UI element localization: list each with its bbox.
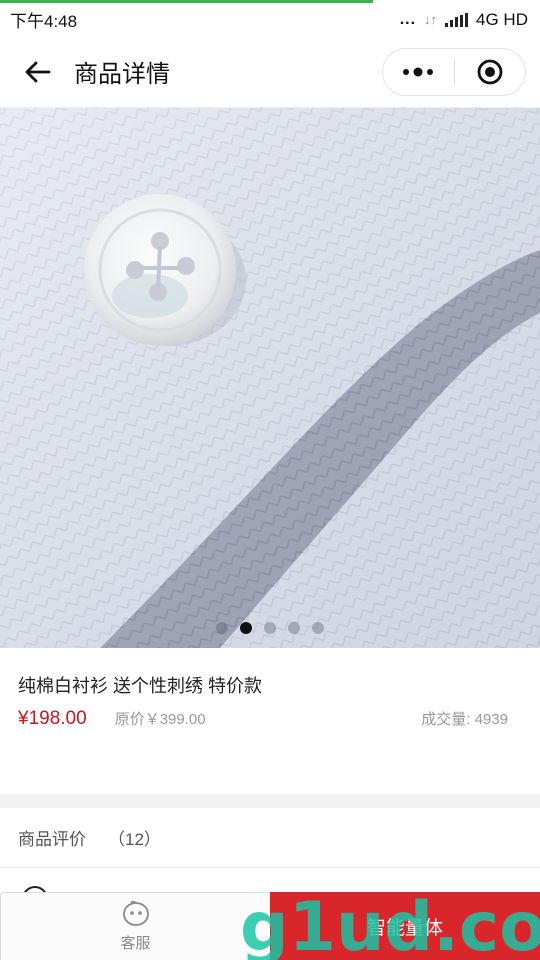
more-dots-icon <box>403 67 434 77</box>
product-info: 纯棉白衬衫 送个性刺绣 特价款 ¥198.00 原价￥399.00 成交量: 4… <box>0 648 540 794</box>
original-price: 原价￥399.00 <box>114 711 206 728</box>
back-button[interactable] <box>0 36 74 108</box>
signal-strength-icon <box>445 12 469 27</box>
page-title: 商品详情 <box>74 61 170 88</box>
data-transfer-icon: ↓↑ <box>424 12 438 27</box>
carousel-dot[interactable] <box>264 622 276 634</box>
network-type: 4G HD <box>476 9 528 29</box>
mini-program-capsule <box>382 48 526 96</box>
carousel-indicator[interactable] <box>0 622 540 634</box>
reviews-label: 商品评价 <box>18 830 86 849</box>
smart-measure-button[interactable]: 智能量体 <box>270 892 540 960</box>
close-mini-program-button[interactable] <box>455 49 526 95</box>
bottom-action-bar: 客服 智能量体 <box>0 892 540 960</box>
reviews-count: （12） <box>108 830 161 849</box>
sales-count: 成交量: 4939 <box>421 711 508 728</box>
current-price: ¥198.00 <box>18 708 87 729</box>
price-row: ¥198.00 原价￥399.00 成交量: 4939 <box>18 708 508 730</box>
status-indicators: ... ↓↑ 4G HD <box>400 10 528 30</box>
target-circle-icon <box>477 59 503 85</box>
navigation-bar: 商品详情 <box>0 36 540 108</box>
section-divider <box>0 794 540 808</box>
carousel-dot[interactable] <box>216 622 228 634</box>
product-image <box>0 108 540 648</box>
carousel-dot[interactable] <box>288 622 300 634</box>
status-time: 下午4:48 <box>10 12 78 31</box>
status-more-dots: ... <box>399 10 417 28</box>
smart-measure-label: 智能量体 <box>366 917 443 939</box>
product-title: 纯棉白衬衫 送个性刺绣 特价款 <box>18 676 263 696</box>
carousel-dot[interactable] <box>312 622 324 634</box>
status-bar: 下午4:48 ... ↓↑ 4G HD <box>0 3 540 36</box>
customer-service-label: 客服 <box>120 935 151 952</box>
more-options-button[interactable] <box>383 49 454 95</box>
chat-face-icon <box>122 900 149 926</box>
customer-service-button[interactable]: 客服 <box>0 892 270 960</box>
arrow-left-icon <box>25 61 51 82</box>
product-image-carousel[interactable] <box>0 108 540 648</box>
carousel-dot[interactable] <box>240 622 252 634</box>
reviews-header[interactable]: 商品评价 （12） <box>0 808 540 868</box>
